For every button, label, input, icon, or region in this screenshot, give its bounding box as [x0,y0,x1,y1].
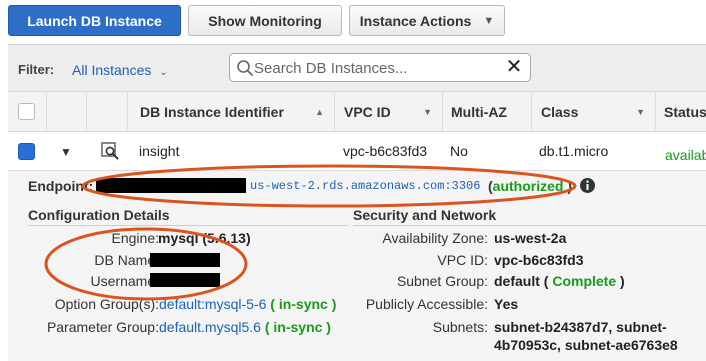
info-icon[interactable] [579,177,596,194]
close-icon[interactable]: ✕ [504,57,524,77]
cell-class: db.t1.micro [539,143,609,159]
parameter-group-link[interactable]: default.mysql5.6 [159,319,261,335]
availability-zone-label: Availability Zone: [382,230,488,246]
launch-db-instance-button[interactable]: Launch DB Instance [8,5,181,36]
redacted-endpoint-prefix [96,178,246,193]
show-monitoring-button[interactable]: Show Monitoring [188,5,342,36]
parameter-group-label: Parameter Group: [46,319,159,335]
subnet-group-value: default ( Complete ) [494,273,625,289]
cell-multi-az: No [450,143,468,159]
endpoint-status: (authorized ) [488,178,572,194]
option-group-value: default:mysql-5-6 ( in-sync ) [159,296,336,312]
publicly-accessible-label: Publicly Accessible: [365,296,488,312]
option-group-label: Option Group(s): [54,296,159,312]
parameter-group-status: ( in-sync ) [264,319,331,335]
engine-label: Engine: [111,230,159,246]
sort-icon: ▼ [423,107,432,117]
search-input[interactable] [254,57,504,79]
magnifier-details-icon[interactable] [100,141,120,161]
vpc-id-value: vpc-b6c83fd3 [494,252,584,268]
subnets-value-line2: 4b70953c, subnet-ae6763e8 [494,337,678,353]
chevron-down-icon: ⌄ [159,67,168,78]
column-header-label: Status [664,104,706,120]
toolbar: Launch DB Instance Show Monitoring Insta… [0,0,706,44]
column-header-vpc-id[interactable]: VPC ID ▼ [334,92,442,132]
column-header-class[interactable]: Class ▼ [531,92,655,132]
endpoint-host[interactable]: us-west-2.rds.amazonaws.com:3306 [250,179,480,193]
username-label: Username: [90,273,159,289]
column-header-identifier[interactable]: DB Instance Identifier ▲ [127,92,334,132]
table-row[interactable]: ▼ insight vpc-b6c83fd3 No db.t1.micro av… [8,132,706,170]
filter-dropdown[interactable]: All Instances ⌄ [72,62,168,78]
collapse-caret-icon[interactable]: ▼ [60,145,72,159]
publicly-accessible-value: Yes [494,296,519,312]
endpoint-status-value: authorized [492,178,564,194]
parameter-group-value: default.mysql5.6 ( in-sync ) [159,319,331,335]
instance-actions-label: Instance Actions [359,12,472,29]
filter-selected-value: All Instances [72,62,152,78]
column-header-status[interactable]: Status [655,92,706,132]
cell-identifier: insight [139,143,180,159]
redacted-db-name [150,253,220,267]
availability-zone-value: us-west-2a [494,230,567,246]
endpoint-label: Endpoint: [28,178,94,194]
subnets-value-line1: subnet-b24387d7, subnet- [494,319,667,335]
endpoint-status-close: ) [567,178,573,194]
column-header-expand [46,92,86,132]
column-header-details [86,92,127,132]
column-header-label: VPC ID [344,104,391,120]
search-icon [237,60,253,76]
chevron-down-icon: ▼ [483,14,495,27]
cell-vpc-id: vpc-b6c83fd3 [343,143,428,159]
subnet-group-label: Subnet Group: [396,273,488,289]
instance-actions-button[interactable]: Instance Actions ▼ [349,5,505,36]
option-group-link[interactable]: default:mysql-5-6 [159,296,266,312]
sort-icon: ▼ [636,107,645,117]
redacted-username [150,273,220,287]
security-network-heading: Security and Network [353,207,706,226]
option-group-status: ( in-sync ) [270,296,337,312]
column-header-multi-az[interactable]: Multi-AZ [442,92,531,132]
vpc-id-label: VPC ID: [437,252,488,268]
column-header-label: Multi-AZ [451,104,507,120]
subnets-label: Subnets: [432,319,488,335]
subnet-group-status: Complete [552,273,617,289]
column-header-label: Class [541,104,579,120]
column-header-label: DB Instance Identifier [140,104,284,120]
sort-ascending-icon: ▲ [315,107,324,117]
table-header: DB Instance Identifier ▲ VPC ID ▼ Multi-… [8,92,706,132]
filter-label: Filter: [18,62,55,77]
search-box: ✕ [229,53,531,82]
select-all-checkbox[interactable] [18,103,35,120]
engine-value: mysql (5.6.13) [158,230,251,246]
configuration-details-heading: Configuration Details [28,207,348,226]
filter-bar: Filter: All Instances ⌄ ✕ [8,44,706,92]
row-checkbox[interactable] [18,143,35,160]
instance-detail-panel: Endpoint: us-west-2.rds.amazonaws.com:33… [8,170,706,361]
cell-status: availab [665,147,706,163]
subnet-group-name: default [494,273,540,289]
